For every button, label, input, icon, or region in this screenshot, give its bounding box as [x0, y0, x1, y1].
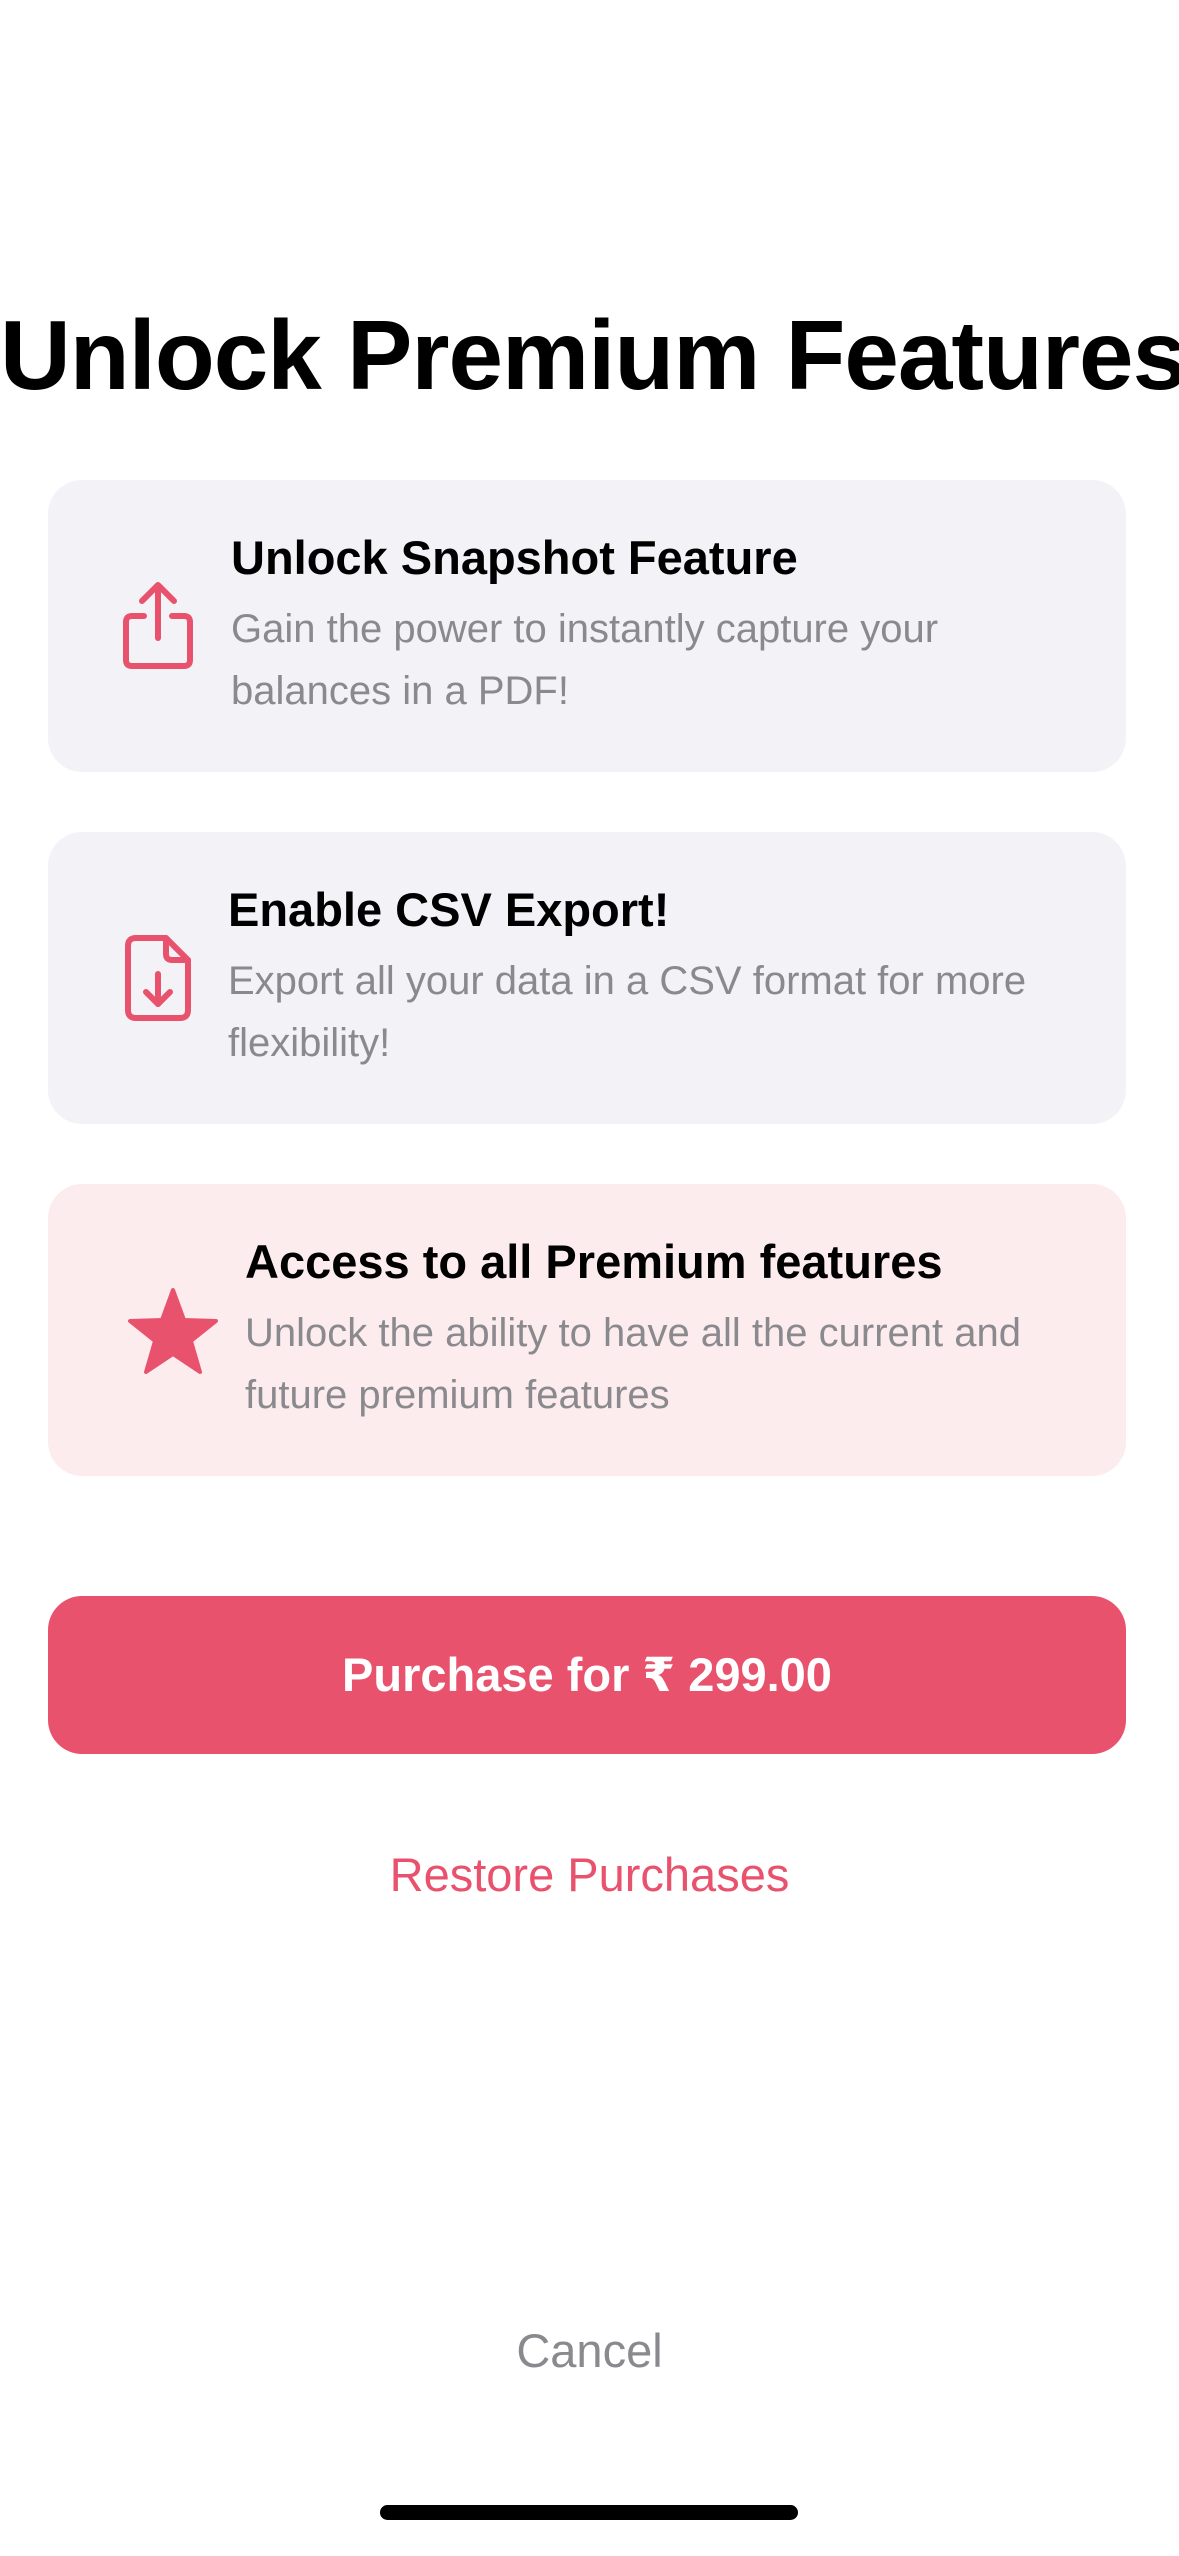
feature-text: Enable CSV Export! Export all your data … — [228, 880, 1066, 1074]
feature-card-snapshot: Unlock Snapshot Feature Gain the power t… — [48, 480, 1126, 772]
home-indicator — [380, 2505, 798, 2520]
page-title: Unlock Premium Features — [0, 300, 1179, 410]
feature-card-premium-access: Access to all Premium features Unlock th… — [48, 1184, 1126, 1476]
feature-description: Gain the power to instantly capture your… — [231, 607, 939, 713]
feature-title: Unlock Snapshot Feature — [231, 531, 798, 584]
document-download-icon — [98, 832, 218, 1124]
feature-text: Unlock Snapshot Feature Gain the power t… — [231, 528, 1066, 722]
feature-description: Unlock the ability to have all the curre… — [245, 1311, 1021, 1417]
feature-title: Access to all Premium features — [245, 1235, 943, 1288]
share-icon — [98, 480, 218, 772]
feature-text: Access to all Premium features Unlock th… — [245, 1232, 1066, 1426]
feature-description: Export all your data in a CSV format for… — [228, 959, 1027, 1065]
cancel-button[interactable]: Cancel — [0, 2316, 1179, 2386]
feature-card-csv-export: Enable CSV Export! Export all your data … — [48, 832, 1126, 1124]
feature-title: Enable CSV Export! — [228, 883, 670, 936]
star-icon — [98, 1184, 248, 1476]
restore-purchases-link[interactable]: Restore Purchases — [0, 1840, 1179, 1910]
purchase-button[interactable]: Purchase for ₹ 299.00 — [48, 1596, 1126, 1754]
